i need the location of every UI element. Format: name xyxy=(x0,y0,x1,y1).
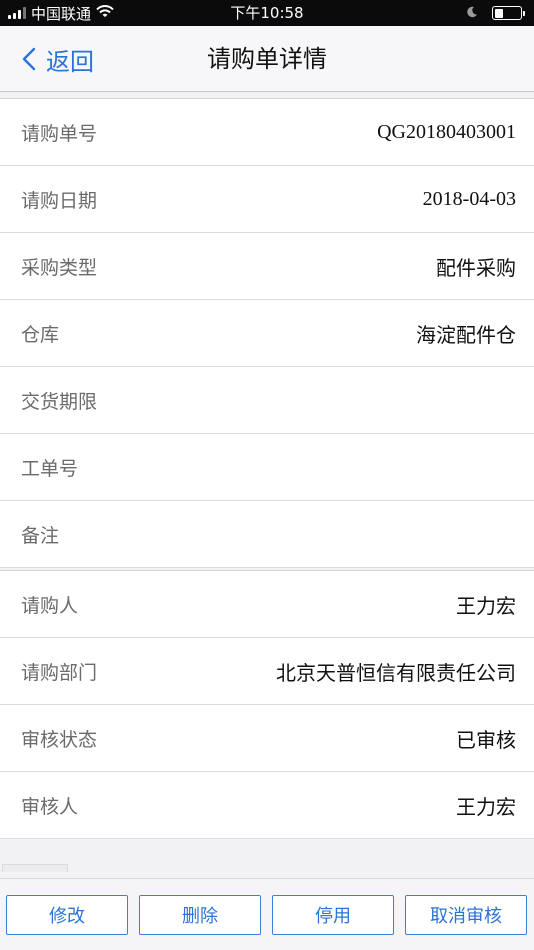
detail-group-approval: 请购人 王力宏 请购部门 北京天普恒信有限责任公司 审核状态 已审核 审核人 王… xyxy=(0,570,534,839)
row-purchase-type: 采购类型 配件采购 xyxy=(0,233,534,300)
row-delivery-deadline: 交货期限 xyxy=(0,367,534,434)
edit-button[interactable]: 修改 xyxy=(6,895,128,935)
row-label: 请购单号 xyxy=(21,122,98,145)
row-label: 审核人 xyxy=(21,795,79,818)
row-value: 北京天普恒信有限责任公司 xyxy=(276,660,516,685)
row-reviewer: 审核人 王力宏 xyxy=(0,772,534,839)
scroll-indicator[interactable] xyxy=(2,864,68,872)
row-work-order-number: 工单号 xyxy=(0,434,534,501)
nav-bar: 返回 请购单详情 xyxy=(0,26,534,92)
row-value: 2018-04-03 xyxy=(422,187,516,210)
status-time: 下午10:58 xyxy=(230,4,304,22)
row-label: 审核状态 xyxy=(21,728,98,751)
cancel-review-button[interactable]: 取消审核 xyxy=(405,895,527,935)
bottom-toolbar: 修改 删除 停用 取消审核 xyxy=(0,878,534,950)
detail-group-basic: 请购单号 QG20180403001 请购日期 2018-04-03 采购类型 … xyxy=(0,98,534,568)
row-value: QG20180403001 xyxy=(377,120,516,143)
row-label: 请购人 xyxy=(21,594,79,617)
row-department: 请购部门 北京天普恒信有限责任公司 xyxy=(0,638,534,705)
row-value: 配件采购 xyxy=(436,255,516,280)
row-remarks: 备注 xyxy=(0,501,534,568)
row-label: 请购部门 xyxy=(21,661,98,684)
row-label: 工单号 xyxy=(21,457,79,480)
row-label: 请购日期 xyxy=(21,189,98,212)
row-label: 交货期限 xyxy=(21,390,98,413)
row-value: 已审核 xyxy=(456,727,516,752)
detail-content[interactable]: 请购单号 QG20180403001 请购日期 2018-04-03 采购类型 … xyxy=(0,92,534,878)
row-value: 海淀配件仓 xyxy=(416,322,516,347)
row-requester: 请购人 王力宏 xyxy=(0,571,534,638)
status-bar: 中国联通 下午10:58 xyxy=(0,0,534,26)
row-warehouse: 仓库 海淀配件仓 xyxy=(0,300,534,367)
back-button[interactable]: 返回 xyxy=(22,26,94,92)
status-right xyxy=(466,0,525,26)
row-request-number: 请购单号 QG20180403001 xyxy=(0,99,534,166)
battery-icon xyxy=(492,6,525,20)
back-label: 返回 xyxy=(46,47,94,76)
row-label: 仓库 xyxy=(21,323,60,346)
row-value: 王力宏 xyxy=(456,794,516,819)
chevron-left-icon xyxy=(22,47,36,71)
row-review-status: 审核状态 已审核 xyxy=(0,705,534,772)
row-label: 采购类型 xyxy=(21,256,98,279)
disable-button[interactable]: 停用 xyxy=(272,895,394,935)
moon-icon xyxy=(466,4,478,22)
delete-button[interactable]: 删除 xyxy=(139,895,261,935)
row-request-date: 请购日期 2018-04-03 xyxy=(0,166,534,233)
row-value: 王力宏 xyxy=(456,593,516,618)
row-label: 备注 xyxy=(21,524,60,547)
